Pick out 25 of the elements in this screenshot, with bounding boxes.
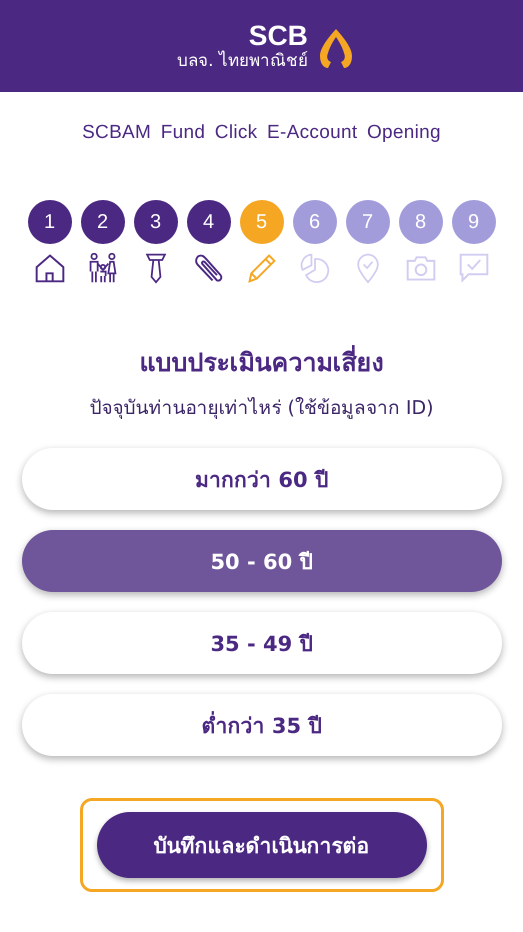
step-number: 3 xyxy=(134,200,178,244)
chat-check-icon xyxy=(458,252,490,284)
answer-option[interactable]: มากกว่า 60 ปี xyxy=(22,448,502,510)
step-number: 6 xyxy=(292,200,336,244)
section-heading: แบบประเมินความเสี่ยง xyxy=(140,342,384,382)
pencil-icon xyxy=(246,252,278,284)
step-number: 2 xyxy=(80,200,124,244)
question-text: ปัจจุบันท่านอายุเท่าไหร่ (ใช้ข้อมูลจาก ID) xyxy=(89,396,434,421)
logo-subtext: บลจ. ไทยพาณิชย์ xyxy=(177,51,308,71)
family-icon xyxy=(86,252,118,284)
answer-option[interactable]: 50 - 60 ปี xyxy=(22,530,502,592)
paperclip-icon xyxy=(192,252,224,284)
step-number: 4 xyxy=(186,200,230,244)
step-number: 8 xyxy=(398,200,442,244)
house-icon xyxy=(34,252,66,284)
answer-option[interactable]: 35 - 49 ปี xyxy=(22,612,502,674)
step-number: 7 xyxy=(346,200,390,244)
step-number: 5 xyxy=(240,200,284,244)
page-title: SCBAM Fund Click E-Account Opening xyxy=(82,122,441,144)
pie-chart-icon xyxy=(298,252,330,284)
answer-option[interactable]: ต่ำกว่า 35 ปี xyxy=(22,694,502,756)
step-number: 9 xyxy=(452,200,496,244)
submit-button[interactable]: บันทึกและดำเนินการต่อ xyxy=(96,812,426,878)
step-number: 1 xyxy=(28,200,72,244)
logo-text: SCB xyxy=(248,21,308,51)
